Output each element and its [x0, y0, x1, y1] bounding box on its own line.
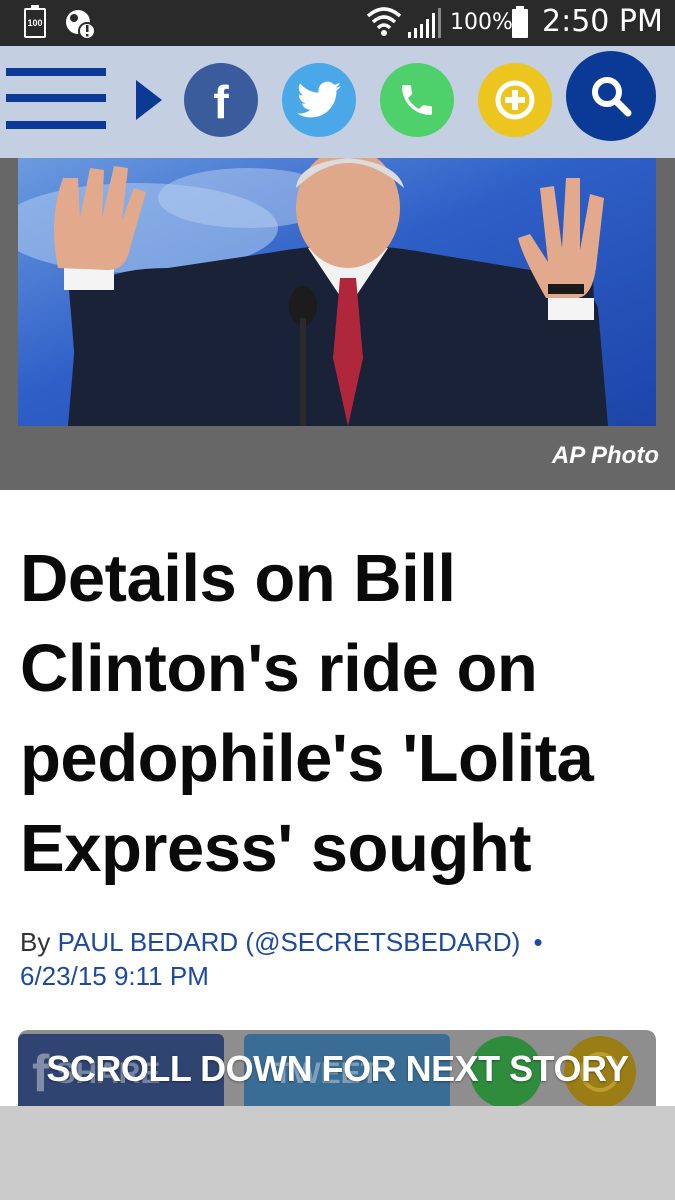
battery-percent: 100%: [450, 10, 513, 35]
article-photo: [18, 158, 656, 426]
menu-icon[interactable]: [6, 68, 106, 130]
battery-icon: [512, 6, 528, 38]
article-timestamp: 6/23/15 9:11 PM: [20, 961, 209, 991]
author-link[interactable]: PAUL BEDARD (@SECRETSBEDARD): [58, 927, 521, 957]
signal-strength-icon: [408, 8, 441, 38]
scroll-next-story-banner[interactable]: SCROLL DOWN FOR NEXT STORY: [0, 1048, 675, 1090]
search-icon: [592, 77, 632, 117]
photo-credit: AP Photo: [551, 442, 659, 469]
battery-indicator-icon: 100: [24, 5, 46, 38]
top-nav-bar: f: [0, 46, 675, 158]
wifi-icon: [366, 7, 402, 36]
facebook-icon: f: [213, 76, 229, 128]
byline-separator: •: [533, 927, 543, 957]
twitter-icon: [297, 81, 341, 118]
byline: By PAUL BEDARD (@SECRETSBEDARD) • 6/23/1…: [20, 925, 660, 993]
more-share-button[interactable]: [478, 63, 552, 137]
facebook-share-button[interactable]: f: [184, 63, 258, 137]
twitter-share-button[interactable]: [282, 63, 356, 137]
hero-section: AP Photo: [0, 158, 675, 490]
clock: 2:50 PM: [542, 4, 663, 39]
battery-label: 100: [27, 18, 43, 28]
search-button[interactable]: [566, 51, 656, 141]
phone-share-button[interactable]: [380, 63, 454, 137]
status-bar: 100 100% 2:50 PM: [0, 0, 675, 46]
bottom-panel: [0, 1106, 675, 1200]
screen-recorder-icon: [66, 10, 96, 40]
phone-icon: [402, 85, 432, 115]
article-headline: Details on Bill Clinton's ride on pedoph…: [20, 541, 594, 886]
byline-prefix: By: [20, 927, 51, 957]
chevron-right-icon[interactable]: [136, 80, 162, 120]
plus-icon: [495, 80, 535, 120]
